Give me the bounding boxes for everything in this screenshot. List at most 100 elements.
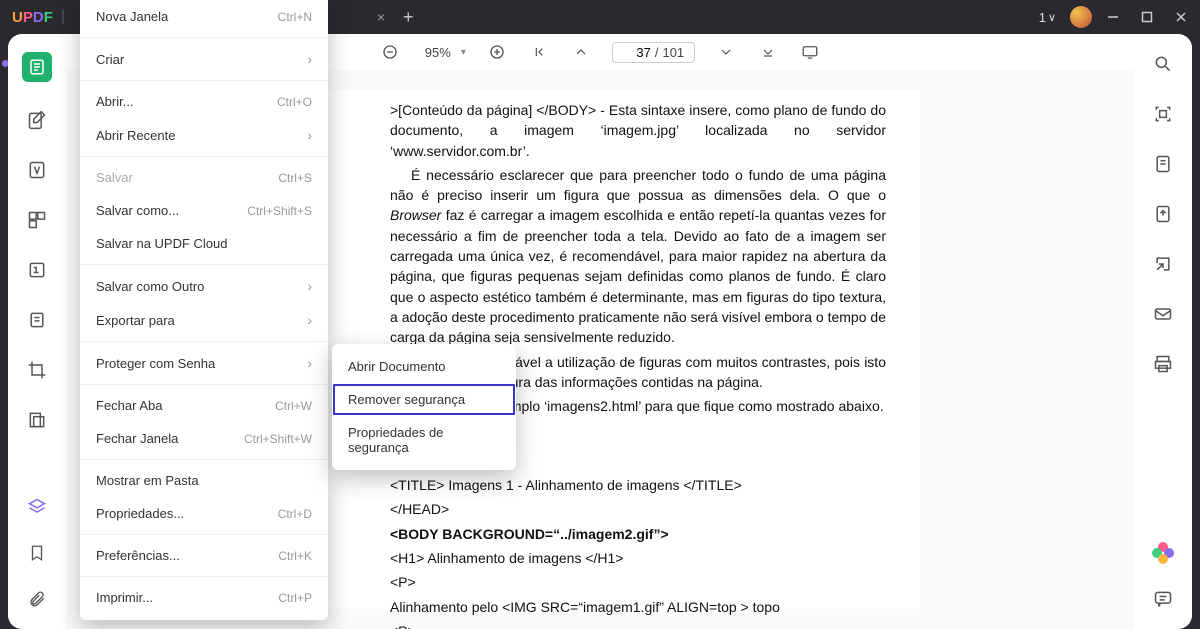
submenu-item[interactable]: Remover segurança (332, 383, 516, 416)
menu-separator (80, 576, 328, 577)
submenu-item-label: Propriedades de segurança (348, 425, 500, 455)
window-controls: 1 ∨ (1039, 6, 1194, 28)
first-page-button[interactable] (528, 41, 550, 63)
protect-submenu: Abrir Documento Remover segurança Propried… (332, 344, 516, 470)
submenu-item-label: Remover segurança (348, 392, 465, 407)
menu-separator (80, 384, 328, 385)
sidebar-left (8, 34, 66, 629)
chevron-right-icon: › (307, 51, 312, 67)
menu-item-label: Fechar Janela (96, 431, 178, 446)
maximize-button[interactable] (1140, 10, 1160, 24)
ocr-tool-icon[interactable] (25, 258, 49, 282)
submenu-item[interactable]: Propriedades de segurança (332, 416, 516, 464)
menu-separator (80, 264, 328, 265)
menu-shortcut: Ctrl+K (278, 549, 312, 563)
chevron-right-icon: › (307, 278, 312, 294)
export-icon[interactable] (1151, 202, 1175, 226)
menu-item[interactable]: Salvar na UPDF Cloud (80, 227, 328, 260)
minimize-button[interactable] (1106, 10, 1126, 24)
chevron-down-icon: ▾ (461, 47, 466, 58)
page-input-box[interactable]: / 101 (612, 42, 695, 63)
menu-item-label: Abrir Recente (96, 128, 175, 143)
close-tab-icon[interactable]: × (377, 9, 385, 25)
ai-assistant-icon[interactable] (1151, 541, 1175, 565)
zoom-value: 95% (421, 45, 455, 60)
app-logo: UPDF (12, 9, 53, 26)
menu-shortcut: Ctrl+Shift+S (247, 204, 312, 218)
menu-item-label: Exportar para (96, 313, 175, 328)
fill-sign-icon[interactable] (25, 408, 49, 432)
menu-item[interactable]: Imprimir...Ctrl+P (80, 581, 328, 614)
prev-page-button[interactable] (570, 41, 592, 63)
crop-tool-icon[interactable] (25, 358, 49, 382)
zoom-level[interactable]: 95% ▾ (421, 45, 466, 60)
form-tool-icon[interactable] (25, 308, 49, 332)
share-icon[interactable] (1151, 252, 1175, 276)
chevron-right-icon: › (307, 312, 312, 328)
menu-item-label: Abrir... (96, 94, 134, 109)
notification-count[interactable]: 1 ∨ (1039, 10, 1056, 25)
menu-item-label: Preferências... (96, 548, 180, 563)
menu-shortcut: Ctrl+W (275, 399, 312, 413)
sidebar-right (1134, 34, 1192, 629)
menu-item[interactable]: Proteger com Senha› (80, 346, 328, 380)
menu-item[interactable]: Exportar para › (80, 303, 328, 337)
menu-separator (80, 459, 328, 460)
page-total: 101 (662, 45, 684, 60)
menu-item[interactable]: Mostrar em Pasta (80, 464, 328, 497)
email-icon[interactable] (1151, 302, 1175, 326)
menu-item-label: Propriedades... (96, 506, 184, 521)
menu-separator (80, 534, 328, 535)
menu-item[interactable]: Criar › (80, 42, 328, 76)
menu-item[interactable]: Fechar Aba Ctrl+W (80, 389, 328, 422)
menu-item[interactable]: Salvar como Outro› (80, 269, 328, 303)
chevron-down-icon: ∨ (1048, 11, 1056, 24)
zoom-out-button[interactable] (379, 41, 401, 63)
submenu-item[interactable]: Abrir Documento (332, 350, 516, 383)
edit-tool-icon[interactable] (25, 158, 49, 182)
zoom-in-button[interactable] (486, 41, 508, 63)
ocr-icon[interactable] (1151, 102, 1175, 126)
menu-shortcut: Ctrl+N (278, 10, 312, 24)
menu-separator (80, 156, 328, 157)
menu-item[interactable]: Fechar Janela Ctrl+Shift+W (80, 422, 328, 455)
layers-icon[interactable] (25, 495, 49, 519)
bookmark-icon[interactable] (25, 541, 49, 565)
add-tab-button[interactable]: + (403, 7, 414, 28)
search-icon[interactable] (1151, 52, 1175, 76)
menu-separator (80, 37, 328, 38)
next-page-button[interactable] (715, 41, 737, 63)
menu-item[interactable]: Salvar como...Ctrl+Shift+S (80, 194, 328, 227)
submenu-item-label: Abrir Documento (348, 359, 446, 374)
page-current-input[interactable] (623, 45, 651, 60)
comment-tool-icon[interactable] (25, 108, 49, 132)
menu-item-label: Salvar (96, 170, 133, 185)
menu-item[interactable]: Propriedades... Ctrl+D (80, 497, 328, 530)
titlebar-divider: | (61, 8, 65, 26)
menu-item-label: Proteger com Senha (96, 356, 215, 371)
reader-mode-icon[interactable] (22, 52, 52, 82)
menu-item[interactable]: Salvar Ctrl+S (80, 161, 328, 194)
attachment-icon[interactable] (25, 587, 49, 611)
chat-icon[interactable] (1151, 587, 1175, 611)
menu-item-label: Criar (96, 52, 124, 67)
page-separator: / (655, 45, 659, 60)
last-page-button[interactable] (757, 41, 779, 63)
menu-item[interactable]: Abrir Recente› (80, 118, 328, 152)
menu-shortcut: Ctrl+D (278, 507, 312, 521)
menu-item-label: Fechar Aba (96, 398, 163, 413)
presentation-mode-button[interactable] (799, 41, 821, 63)
menu-shortcut: Ctrl+Shift+W (244, 432, 312, 446)
organize-pages-icon[interactable] (25, 208, 49, 232)
menu-item[interactable]: Abrir...Ctrl+O (80, 85, 328, 118)
page-display-icon[interactable] (1151, 152, 1175, 176)
menu-shortcut: Ctrl+S (278, 171, 312, 185)
menu-separator (80, 80, 328, 81)
print-icon[interactable] (1151, 352, 1175, 376)
user-avatar[interactable] (1070, 6, 1092, 28)
menu-item-label: Imprimir... (96, 590, 153, 605)
menu-item[interactable]: Preferências... Ctrl+K (80, 539, 328, 572)
menu-item-label: Mostrar em Pasta (96, 473, 199, 488)
close-window-button[interactable] (1174, 10, 1194, 24)
menu-item[interactable]: Nova JanelaCtrl+N (80, 0, 328, 33)
